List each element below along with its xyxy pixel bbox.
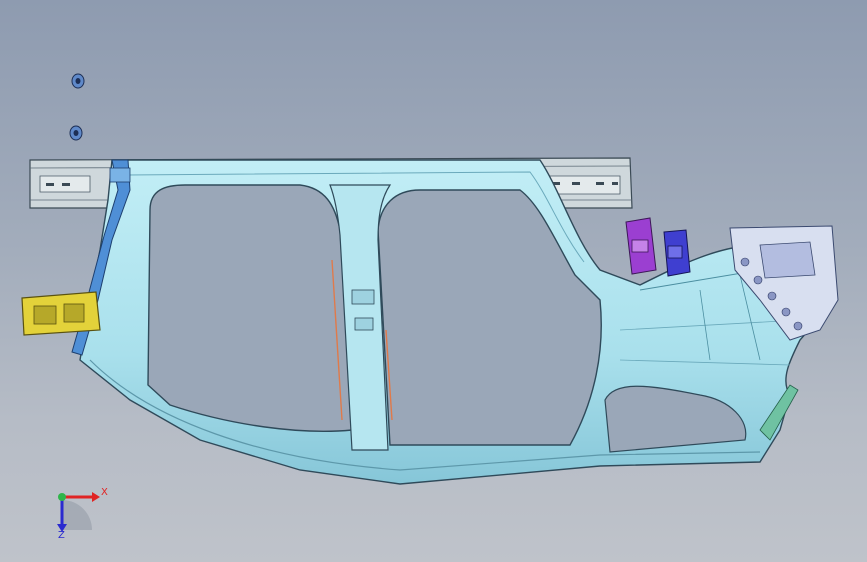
axis-triad-icon — [57, 492, 100, 532]
front-hinge-bracket[interactable] — [21, 291, 101, 336]
bolt-icon[interactable] — [71, 73, 85, 89]
body-side-panel-model[interactable] — [0, 0, 867, 562]
axis-x-label: X — [101, 487, 108, 498]
front-door-opening[interactable] — [147, 184, 353, 432]
axis-z-label: Z — [58, 530, 65, 541]
bolt-icon[interactable] — [69, 125, 83, 141]
rear-bracket-blue[interactable] — [663, 229, 691, 277]
a-pillar-bracket[interactable] — [109, 167, 131, 183]
model-viewport[interactable]: X Z — [0, 0, 867, 562]
rear-bracket-purple[interactable] — [625, 217, 657, 275]
